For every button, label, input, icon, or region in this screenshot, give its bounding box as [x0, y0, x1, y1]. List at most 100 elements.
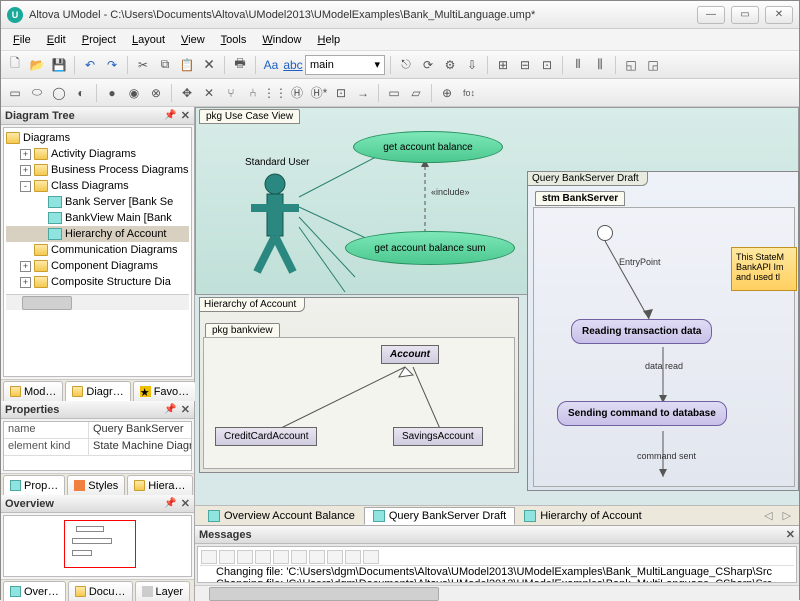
- tree-item[interactable]: +Composite Structure Dia: [6, 274, 189, 290]
- note[interactable]: This StateM BankAPI Im and used tl: [731, 247, 797, 291]
- undo-icon[interactable]: ↶: [80, 55, 100, 75]
- tree-item[interactable]: Hierarchy of Account: [6, 226, 189, 242]
- tab-properties[interactable]: Prop…: [3, 475, 65, 495]
- maximize-button[interactable]: ▭: [731, 6, 759, 24]
- delete-icon[interactable]: 🗙: [199, 55, 219, 75]
- tab-prev-icon[interactable]: ◁: [760, 509, 776, 522]
- dist1-icon[interactable]: ⫴: [568, 55, 588, 75]
- menu-project[interactable]: Project: [76, 32, 122, 48]
- open-icon[interactable]: 📂: [27, 55, 47, 75]
- join-icon[interactable]: ⑃: [243, 83, 263, 103]
- close-panel-icon[interactable]: ✕: [181, 109, 190, 122]
- msg-btn[interactable]: [345, 550, 361, 564]
- state-reading[interactable]: Reading transaction data: [571, 319, 712, 344]
- msg-btn[interactable]: [363, 550, 379, 564]
- initial-icon[interactable]: ●: [102, 83, 122, 103]
- messages-hscroll[interactable]: [195, 585, 799, 601]
- tree-item[interactable]: -Class Diagrams: [6, 178, 189, 194]
- check-icon[interactable]: ⎋: [396, 55, 416, 75]
- msg-btn[interactable]: [309, 550, 325, 564]
- cut-icon[interactable]: ✂: [133, 55, 153, 75]
- redo-icon[interactable]: ↷: [102, 55, 122, 75]
- deep-history-icon[interactable]: Ⓗ*: [309, 83, 329, 103]
- menu-file[interactable]: File: [7, 32, 37, 48]
- tab-diagram[interactable]: Diagr…: [65, 381, 130, 401]
- tree-root[interactable]: Diagrams: [6, 130, 189, 146]
- tree-item[interactable]: Bank Server [Bank Se: [6, 194, 189, 210]
- close-panel-icon[interactable]: ✕: [181, 497, 190, 510]
- shape4-icon[interactable]: ◐: [71, 83, 91, 103]
- msg-btn[interactable]: [255, 550, 271, 564]
- use-case-balance[interactable]: get account balance: [353, 131, 503, 163]
- import-icon[interactable]: ⇩: [462, 55, 482, 75]
- replace-icon[interactable]: abc: [283, 55, 303, 75]
- pin-icon[interactable]: 📌: [164, 110, 176, 121]
- messages-body[interactable]: Changing file: 'C:\Users\dgm\Documents\A…: [197, 546, 797, 583]
- save-icon[interactable]: 💾: [49, 55, 69, 75]
- size2-icon[interactable]: ◲: [643, 55, 663, 75]
- tab-styles[interactable]: Styles: [67, 475, 125, 495]
- tree-item[interactable]: +Component Diagrams: [6, 258, 189, 274]
- final-icon[interactable]: ◉: [124, 83, 144, 103]
- close-button[interactable]: ✕: [765, 6, 793, 24]
- choice-icon[interactable]: ✕: [199, 83, 219, 103]
- shape1-icon[interactable]: ▭: [5, 83, 25, 103]
- generate-icon[interactable]: ⚙: [440, 55, 460, 75]
- tree-item[interactable]: BankView Main [Bank: [6, 210, 189, 226]
- pin-icon[interactable]: 📌: [164, 498, 176, 509]
- entry-point[interactable]: [597, 225, 613, 241]
- dist2-icon[interactable]: ⫼: [590, 55, 610, 75]
- msg-btn[interactable]: [291, 550, 307, 564]
- diagram-canvas[interactable]: pkg Use Case View Standard User: [195, 107, 799, 505]
- shape2-icon[interactable]: ⬭: [27, 83, 47, 103]
- tab-layer[interactable]: Layer: [135, 581, 191, 601]
- msg-btn[interactable]: [201, 550, 217, 564]
- note-icon[interactable]: ▭: [384, 83, 404, 103]
- tab-hierarchy[interactable]: Hiera…: [127, 475, 192, 495]
- note2-icon[interactable]: ▱: [406, 83, 426, 103]
- align3-icon[interactable]: ⊡: [537, 55, 557, 75]
- properties-grid[interactable]: nameQuery BankServer element kindState M…: [3, 421, 192, 471]
- msg-btn[interactable]: [327, 550, 343, 564]
- class-savings[interactable]: SavingsAccount: [393, 427, 483, 446]
- tab-overview[interactable]: Over…: [3, 581, 66, 601]
- print-icon[interactable]: 🖶: [230, 55, 250, 75]
- menu-edit[interactable]: Edit: [41, 32, 72, 48]
- fork-icon[interactable]: ⑂: [221, 83, 241, 103]
- doc-tab[interactable]: Overview Account Balance: [199, 507, 364, 525]
- junction-icon[interactable]: ⋮⋮: [265, 83, 285, 103]
- history-icon[interactable]: Ⓗ: [287, 83, 307, 103]
- tab-documentation[interactable]: Docu…: [68, 581, 133, 601]
- tree-item[interactable]: Communication Diagrams: [6, 242, 189, 258]
- class-creditcard[interactable]: CreditCardAccount: [215, 427, 317, 446]
- diagram-tree[interactable]: Diagrams +Activity Diagrams+Business Pro…: [3, 127, 192, 377]
- menu-view[interactable]: View: [175, 32, 211, 48]
- new-icon[interactable]: 🗋: [5, 55, 25, 75]
- menu-layout[interactable]: Layout: [126, 32, 171, 48]
- use-case-balance-sum[interactable]: get account balance sum: [345, 231, 515, 265]
- state-sending[interactable]: Sending command to database: [557, 401, 727, 426]
- doc-tab[interactable]: Query BankServer Draft: [364, 507, 515, 525]
- region-icon[interactable]: ⊡: [331, 83, 351, 103]
- align-icon[interactable]: ⊞: [493, 55, 513, 75]
- move-icon[interactable]: ✥: [177, 83, 197, 103]
- size1-icon[interactable]: ◱: [621, 55, 641, 75]
- minimize-button[interactable]: —: [697, 6, 725, 24]
- actor-standard-user[interactable]: Standard User: [245, 157, 309, 278]
- visibility-icon[interactable]: ⊕: [437, 83, 457, 103]
- tab-next-icon[interactable]: ▷: [779, 509, 795, 522]
- tab-model[interactable]: Mod…: [3, 381, 63, 401]
- menu-help[interactable]: Help: [312, 32, 347, 48]
- msg-btn[interactable]: [237, 550, 253, 564]
- doc-tab[interactable]: Hierarchy of Account: [515, 507, 651, 525]
- find-icon[interactable]: Aa: [261, 55, 281, 75]
- sync-icon[interactable]: ⟳: [418, 55, 438, 75]
- align2-icon[interactable]: ⊟: [515, 55, 535, 75]
- copy-icon[interactable]: ⧉: [155, 55, 175, 75]
- tree-item[interactable]: +Activity Diagrams: [6, 146, 189, 162]
- paste-icon[interactable]: 📋: [177, 55, 197, 75]
- toggle-icon[interactable]: fo↕: [459, 83, 479, 103]
- tab-favorites[interactable]: ★Favo…: [133, 381, 196, 401]
- overview-thumbnail[interactable]: [3, 515, 192, 577]
- pin-icon[interactable]: 📌: [164, 404, 176, 415]
